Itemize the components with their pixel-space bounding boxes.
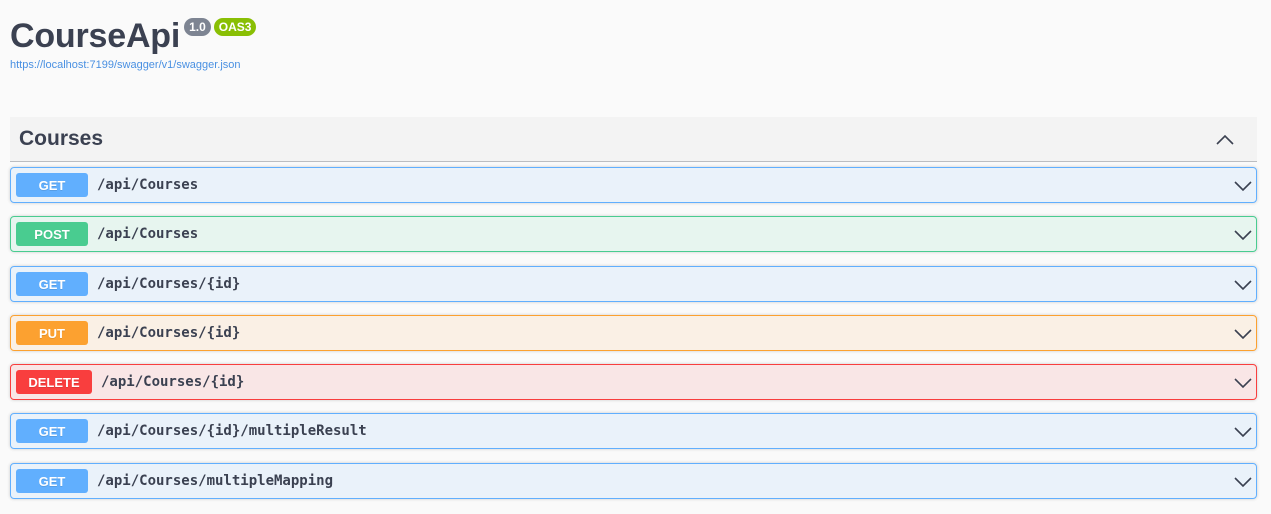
operation-get-multiple-result[interactable]: GET /api/Courses/{id}/multipleResult xyxy=(10,413,1257,449)
operation-post-courses[interactable]: POST /api/Courses xyxy=(10,216,1257,252)
spec-url-link[interactable]: https://localhost:7199/swagger/v1/swagge… xyxy=(10,58,256,72)
operation-path: /api/Courses/{id} xyxy=(101,374,245,390)
swagger-page: CourseApi 1.0 OAS3 https://localhost:719… xyxy=(0,0,1271,514)
chevron-up-icon[interactable] xyxy=(1215,129,1235,149)
tag-name: Courses xyxy=(19,127,104,150)
chevron-down-icon[interactable] xyxy=(1233,324,1253,344)
tag-header-courses[interactable]: Courses xyxy=(10,117,1257,162)
chevron-down-icon[interactable] xyxy=(1233,275,1253,295)
title-row: CourseApi 1.0 OAS3 xyxy=(10,14,257,58)
method-badge: PUT xyxy=(16,321,88,345)
operation-path: /api/Courses/{id} xyxy=(97,325,241,341)
chevron-down-icon[interactable] xyxy=(1233,422,1253,442)
method-badge: GET xyxy=(16,469,88,493)
chevron-down-icon[interactable] xyxy=(1233,176,1253,196)
method-badge: GET xyxy=(16,272,88,296)
operation-path: /api/Courses xyxy=(97,177,199,193)
chevron-down-icon[interactable] xyxy=(1233,472,1253,492)
operation-path: /api/Courses/{id}/multipleResult xyxy=(97,423,367,439)
badges: 1.0 OAS3 xyxy=(184,18,257,36)
method-badge: DELETE xyxy=(16,370,92,394)
operation-get-multiple-mapping[interactable]: GET /api/Courses/multipleMapping xyxy=(10,463,1257,499)
operation-put-course-by-id[interactable]: PUT /api/Courses/{id} xyxy=(10,315,1257,351)
operation-delete-course-by-id[interactable]: DELETE /api/Courses/{id} xyxy=(10,364,1257,400)
operation-path: /api/Courses/multipleMapping xyxy=(97,473,334,489)
chevron-down-icon[interactable] xyxy=(1233,373,1253,393)
method-badge: GET xyxy=(16,419,88,443)
operation-path: /api/Courses xyxy=(97,226,199,242)
operation-get-courses[interactable]: GET /api/Courses xyxy=(10,167,1257,203)
api-info: CourseApi 1.0 OAS3 https://localhost:719… xyxy=(10,14,257,72)
api-title: CourseApi xyxy=(10,17,181,55)
oas-badge: OAS3 xyxy=(213,18,257,36)
method-badge: GET xyxy=(16,173,88,197)
chevron-down-icon[interactable] xyxy=(1233,225,1253,245)
operation-get-course-by-id[interactable]: GET /api/Courses/{id} xyxy=(10,266,1257,302)
operation-path: /api/Courses/{id} xyxy=(97,276,241,292)
method-badge: POST xyxy=(16,222,88,246)
version-badge: 1.0 xyxy=(184,18,211,36)
